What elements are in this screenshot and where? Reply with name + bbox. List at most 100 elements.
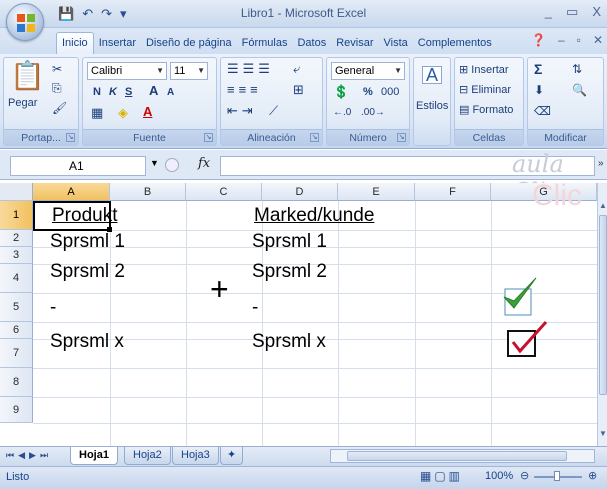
cut-icon[interactable]: ✂ <box>52 61 62 77</box>
scroll-down-icon[interactable]: ▼ <box>598 429 607 441</box>
shrink-font-button[interactable]: A <box>167 85 174 101</box>
zoom-slider-thumb[interactable] <box>554 471 560 481</box>
insert-function-button[interactable]: fx <box>198 156 210 171</box>
column-header-d[interactable]: D <box>262 183 338 201</box>
column-header-e[interactable]: E <box>338 183 415 201</box>
sheet-tab-hoja1[interactable]: Hoja1 <box>70 447 118 465</box>
tab-insertar[interactable]: Insertar <box>94 33 141 54</box>
column-header-b[interactable]: B <box>110 183 186 201</box>
bold-button[interactable]: N <box>93 84 101 100</box>
cancel-formula-icon[interactable] <box>165 158 179 172</box>
currency-icon[interactable]: 💲 <box>333 84 349 100</box>
grow-font-button[interactable]: A <box>149 83 158 99</box>
cell-d4[interactable]: - <box>252 297 258 319</box>
number-format-combo[interactable]: General ▼ <box>331 62 405 80</box>
ribbon-restore-icon[interactable]: ▫ <box>577 33 581 47</box>
horizontal-scrollbar[interactable] <box>330 449 595 463</box>
minimize-button[interactable]: _ <box>545 4 552 20</box>
cell-a3[interactable]: Sprsml 2 <box>50 261 125 283</box>
thousands-button[interactable]: 000 <box>381 84 399 100</box>
close-button[interactable]: X <box>592 4 601 20</box>
fill-icon[interactable]: ⬇ <box>534 82 544 98</box>
hscroll-thumb[interactable] <box>347 451 567 461</box>
vertical-scrollbar[interactable]: ▲ ▼ <box>597 183 607 446</box>
row-header-5[interactable]: 5 <box>0 293 33 322</box>
column-header-c[interactable]: C <box>186 183 262 201</box>
help-icon[interactable]: ❓ <box>531 33 546 47</box>
zoom-in-icon[interactable]: ⊕ <box>588 469 597 482</box>
vertical-align-icons[interactable]: ☰☰☰ <box>227 61 274 77</box>
sheet-tab-hoja2[interactable]: Hoja2 <box>124 447 171 465</box>
italic-button[interactable]: K <box>109 84 117 100</box>
insert-sheet-icon[interactable]: ✦ <box>220 447 244 465</box>
font-launcher-icon[interactable]: ↘ <box>204 133 213 142</box>
increase-decimal-icon[interactable]: ←.0 <box>333 105 351 121</box>
select-all-corner[interactable] <box>0 183 33 201</box>
maximize-button[interactable]: ▭ <box>566 4 578 20</box>
find-icon[interactable]: 🔍 <box>572 82 587 98</box>
merge-center-icon[interactable]: ⊞ <box>293 82 304 98</box>
indent-icons[interactable]: ⇤⇥ <box>227 103 257 119</box>
column-header-a[interactable]: A <box>33 183 110 201</box>
percent-button[interactable]: % <box>363 84 373 100</box>
fill-color-icon[interactable]: ◈ <box>118 105 128 121</box>
clipboard-launcher-icon[interactable]: ↘ <box>66 133 75 142</box>
font-size-combo[interactable]: 11 ▼ <box>170 62 208 80</box>
expand-formula-icon[interactable]: » <box>598 158 604 169</box>
row-header-4[interactable]: 4 <box>0 264 33 293</box>
chevron-down-icon[interactable]: ▼ <box>150 158 159 168</box>
cell-a1[interactable]: Produkt <box>52 205 117 227</box>
cell-d5[interactable]: Sprsml x <box>252 331 326 353</box>
horizontal-align-icons[interactable]: ≡≡≡ <box>227 82 262 98</box>
sheet-navigation-icons[interactable]: ⏮◀▶⏭ <box>6 450 52 461</box>
row-header-6[interactable]: 6 <box>0 322 33 339</box>
copy-icon[interactable]: ⎘ <box>52 80 62 96</box>
row-header-9[interactable]: 9 <box>0 397 33 423</box>
paste-icon[interactable]: 📋 <box>10 61 45 91</box>
row-header-7[interactable]: 7 <box>0 339 33 368</box>
paste-button[interactable]: Pegar <box>8 95 37 111</box>
cell-d3[interactable]: Sprsml 2 <box>252 261 327 283</box>
name-box[interactable]: A1 <box>10 156 146 176</box>
column-header-f[interactable]: F <box>415 183 491 201</box>
tab-inicio[interactable]: Inicio <box>56 32 94 54</box>
worksheet-grid[interactable]: A B C D E F G 1 2 3 4 5 6 7 8 9 Produkt … <box>0 183 597 446</box>
cell-d2[interactable]: Sprsml 1 <box>252 231 327 253</box>
row-header-1[interactable]: 1 <box>0 201 33 230</box>
cell-a5[interactable]: Sprsml x <box>50 331 124 353</box>
scroll-thumb[interactable] <box>599 215 607 395</box>
format-cells-button[interactable]: ▤ Formato <box>459 102 513 118</box>
tab-formulas[interactable]: Fórmulas <box>237 33 293 54</box>
borders-icon[interactable]: ▦ <box>91 105 103 121</box>
ribbon-minimize-icon[interactable]: – <box>558 33 565 47</box>
tab-vista[interactable]: Vista <box>379 33 413 54</box>
autosum-button[interactable]: Σ <box>534 61 542 77</box>
row-header-2[interactable]: 2 <box>0 230 33 247</box>
sort-filter-icon[interactable]: ⇅ <box>572 61 582 77</box>
cell-a4[interactable]: - <box>50 297 56 319</box>
tab-datos[interactable]: Datos <box>292 33 331 54</box>
font-color-button[interactable]: A <box>143 104 152 120</box>
view-buttons-icons[interactable]: ▦▢▥ <box>420 469 463 483</box>
office-button[interactable] <box>6 3 44 41</box>
sheet-tab-hoja3[interactable]: Hoja3 <box>172 447 219 465</box>
styles-icon[interactable]: A <box>422 66 443 84</box>
font-name-combo[interactable]: Calibri ▼ <box>87 62 167 80</box>
tab-diseno-pagina[interactable]: Diseño de página <box>141 33 237 54</box>
number-launcher-icon[interactable]: ↘ <box>397 133 406 142</box>
wrap-text-icon[interactable]: ⤶ <box>293 61 300 77</box>
styles-button[interactable]: Estilos <box>416 98 448 114</box>
format-painter-icon[interactable]: 🖌 <box>52 100 67 116</box>
decrease-decimal-icon[interactable]: .00→ <box>361 105 385 121</box>
zoom-level[interactable]: 100% <box>485 470 513 482</box>
underline-button[interactable]: S <box>125 84 132 100</box>
alignment-launcher-icon[interactable]: ↘ <box>310 133 319 142</box>
delete-cells-button[interactable]: ⊟ Eliminar <box>459 82 511 98</box>
tab-revisar[interactable]: Revisar <box>331 33 378 54</box>
ribbon-close-icon[interactable]: ✕ <box>593 33 603 47</box>
row-header-3[interactable]: 3 <box>0 247 33 264</box>
insert-cells-button[interactable]: ⊞ Insertar <box>459 62 509 78</box>
tab-complementos[interactable]: Complementos <box>413 33 497 54</box>
scroll-up-icon[interactable]: ▲ <box>598 201 607 213</box>
zoom-out-icon[interactable]: ⊖ <box>520 469 529 482</box>
